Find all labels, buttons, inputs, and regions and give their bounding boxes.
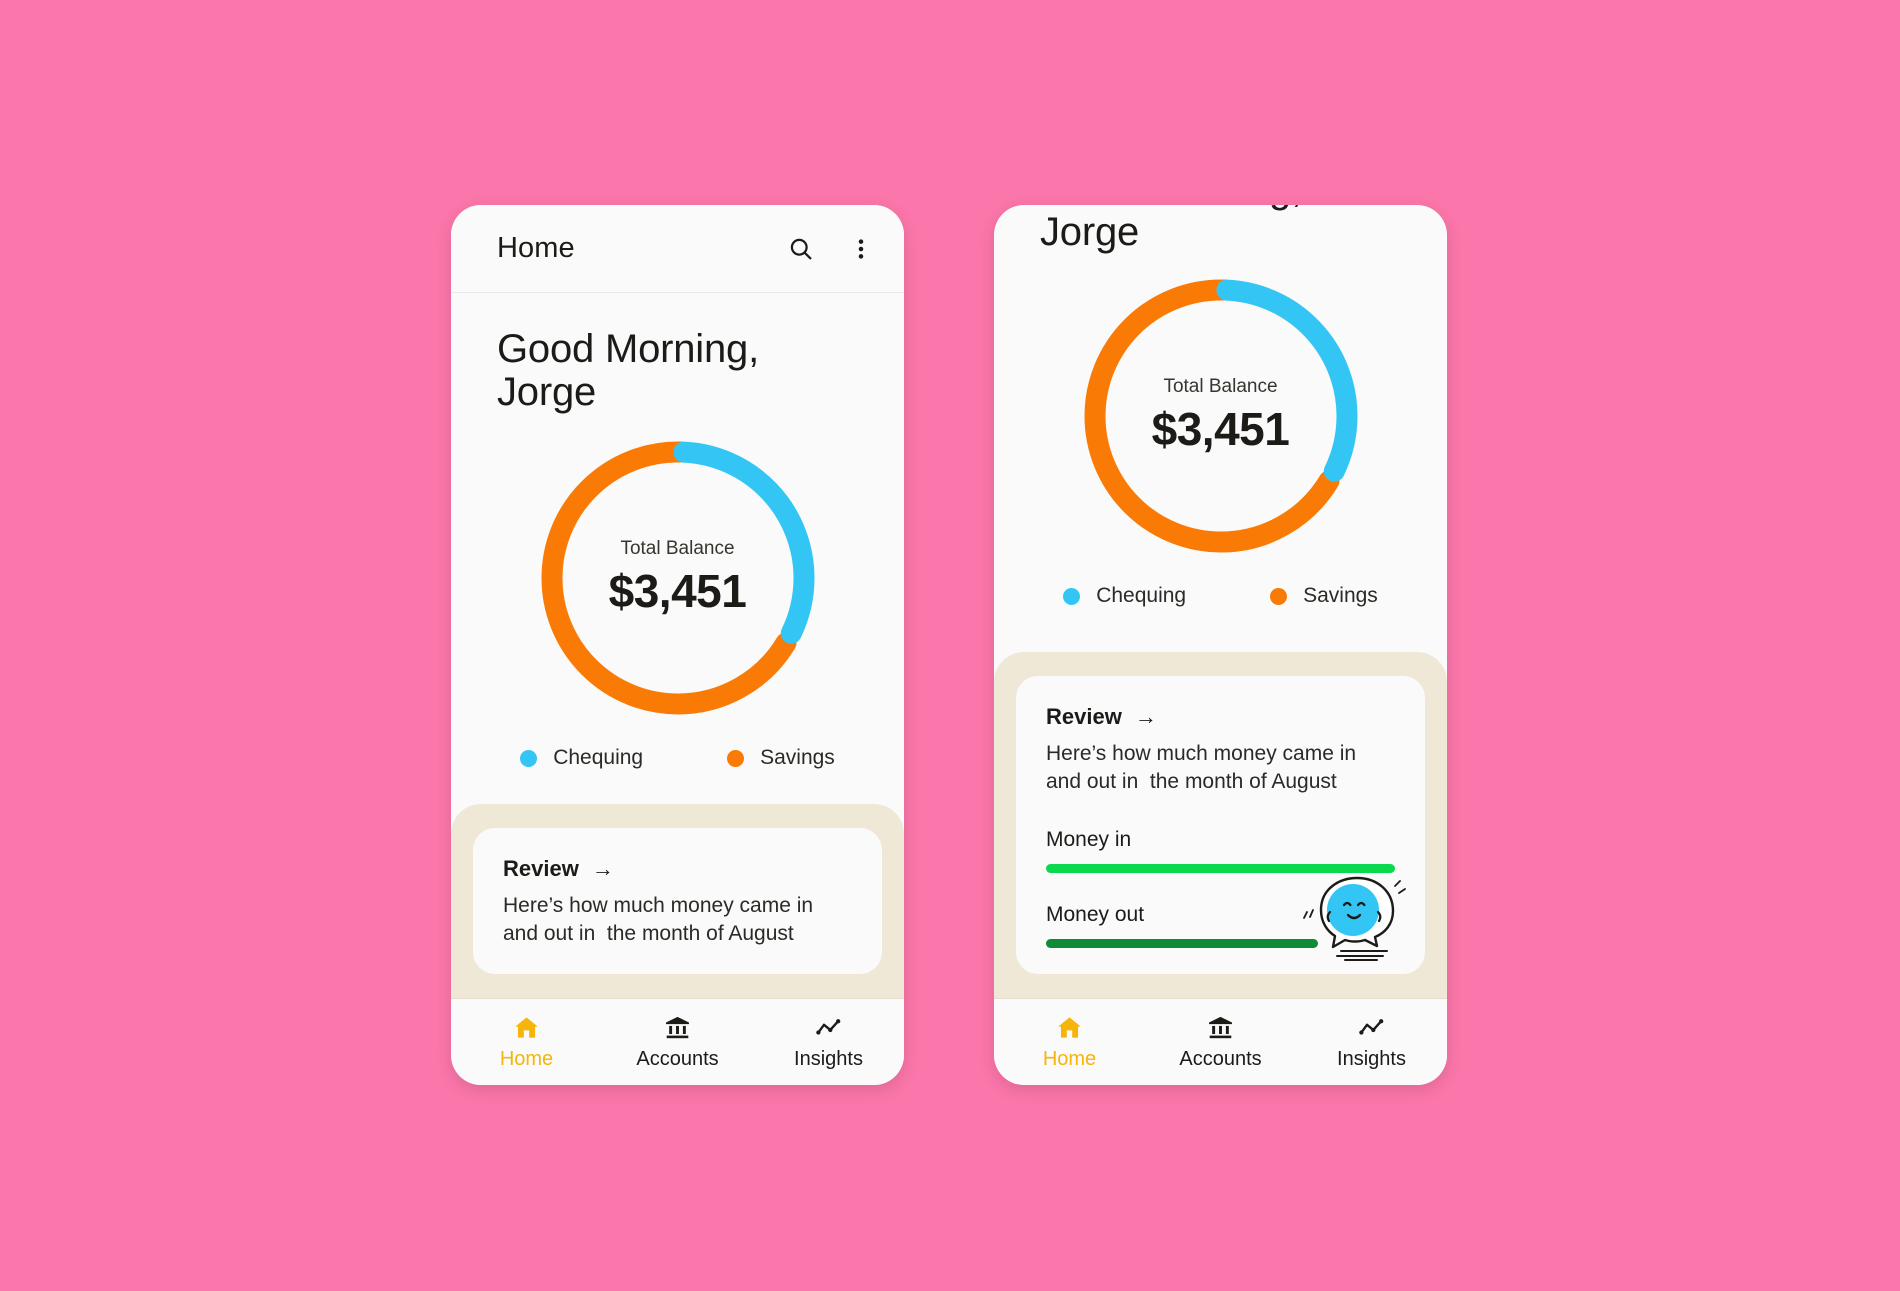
review-title: Review xyxy=(503,856,579,882)
legend-label: Chequing xyxy=(1096,584,1187,608)
legend-label: Savings xyxy=(1303,584,1378,608)
balance-donut-section: Total Balance $3,451 xyxy=(451,432,904,724)
legend-label: Chequing xyxy=(553,746,644,770)
search-button[interactable] xyxy=(784,232,818,266)
bank-icon xyxy=(1207,1014,1234,1041)
review-description: Here’s how much money came in and out in… xyxy=(1046,742,1362,794)
home-scroll-area[interactable]: Good Morning, Jorge Total Balance $3,451 xyxy=(451,294,904,999)
review-card[interactable]: Review → Here’s how much money came in a… xyxy=(473,828,882,975)
greeting-heading: Good Morning, Jorge xyxy=(994,205,1447,254)
donut-legend: Chequing Savings xyxy=(994,584,1447,616)
legend-dot-icon xyxy=(727,749,745,767)
nav-item-insights[interactable]: Insights xyxy=(1296,1014,1447,1071)
legend-dot-icon xyxy=(1063,587,1081,605)
legend-item-savings[interactable]: Savings xyxy=(727,746,835,770)
nav-label: Insights xyxy=(1337,1047,1406,1070)
balance-donut-chart[interactable]: Total Balance $3,451 xyxy=(1075,270,1367,562)
greeting-line-1: Good Morning, xyxy=(497,327,759,371)
overflow-menu-button[interactable] xyxy=(844,232,878,266)
search-icon xyxy=(787,235,815,263)
page-title: Home xyxy=(497,232,575,264)
greeting-line-2: Jorge xyxy=(497,370,597,415)
app-bar-actions xyxy=(784,232,878,266)
nav-label: Accounts xyxy=(636,1047,719,1070)
greeting-heading: Good Morning, Jorge xyxy=(451,294,904,414)
review-panel: Review → Here’s how much money came in a… xyxy=(994,652,1447,999)
greeting-line-2: Jorge xyxy=(1040,210,1140,255)
nav-label: Home xyxy=(499,1047,554,1070)
legend-item-savings[interactable]: Savings xyxy=(1270,584,1378,608)
donut-center-content: Total Balance $3,451 xyxy=(532,432,824,724)
more-vertical-icon xyxy=(848,236,874,262)
total-balance-value: $3,451 xyxy=(1151,403,1290,456)
legend-item-chequing[interactable]: Chequing xyxy=(520,746,643,770)
nav-label: Home xyxy=(1042,1047,1097,1070)
bottom-navigation: Home Accounts Insights xyxy=(994,999,1447,1085)
blob-mascot-icon xyxy=(1299,872,1407,964)
nav-label: Insights xyxy=(794,1047,863,1070)
trending-icon xyxy=(1358,1014,1385,1041)
total-balance-label: Total Balance xyxy=(1163,376,1278,398)
review-description: Here’s how much money came in and out in… xyxy=(503,894,819,946)
arrow-right-icon: → xyxy=(1134,704,1157,730)
nav-label: Accounts xyxy=(1179,1047,1262,1070)
home-icon xyxy=(1056,1014,1083,1041)
nav-item-accounts[interactable]: Accounts xyxy=(1145,1014,1296,1071)
home-icon xyxy=(513,1014,540,1041)
total-balance-value: $3,451 xyxy=(608,565,747,618)
review-title: Review xyxy=(1046,704,1122,730)
money-flow-section: Money in Money out xyxy=(1046,828,1406,962)
money-out-bar-fill xyxy=(1046,939,1319,949)
review-header[interactable]: Review → xyxy=(1046,704,1395,730)
bottom-navigation: Home Accounts Insights xyxy=(451,999,904,1085)
review-header[interactable]: Review → xyxy=(503,856,852,882)
legend-label: Savings xyxy=(760,746,835,770)
review-panel: Review → Here’s how much money came in a… xyxy=(451,804,904,999)
trending-icon xyxy=(815,1014,842,1041)
phone-mockup-left: Home Good Morning, Jorge Total Balance $… xyxy=(451,205,904,1085)
money-in-label: Money in xyxy=(1046,828,1132,852)
nav-item-home[interactable]: Home xyxy=(994,1014,1145,1071)
balance-donut-section: Total Balance $3,451 xyxy=(994,270,1447,562)
legend-dot-icon xyxy=(520,749,538,767)
legend-dot-icon xyxy=(1270,587,1288,605)
balance-donut-chart[interactable]: Total Balance $3,451 xyxy=(532,432,824,724)
bank-icon xyxy=(664,1014,691,1041)
review-card[interactable]: Review → Here’s how much money came in a… xyxy=(1016,676,1425,975)
nav-item-insights[interactable]: Insights xyxy=(753,1014,904,1071)
home-scroll-area-scrolled[interactable]: Good Morning, Jorge Total Balance $3,451… xyxy=(994,205,1447,999)
arrow-right-icon: → xyxy=(591,856,614,882)
money-in-row: Money in xyxy=(1046,828,1395,874)
nav-item-home[interactable]: Home xyxy=(451,1014,602,1071)
nav-item-accounts[interactable]: Accounts xyxy=(602,1014,753,1071)
total-balance-label: Total Balance xyxy=(620,538,735,560)
donut-legend: Chequing Savings xyxy=(451,746,904,778)
phone-mockup-right: Good Morning, Jorge Total Balance $3,451… xyxy=(994,205,1447,1085)
legend-item-chequing[interactable]: Chequing xyxy=(1063,584,1186,608)
app-bar: Home xyxy=(451,205,904,293)
donut-center-content: Total Balance $3,451 xyxy=(1075,270,1367,562)
